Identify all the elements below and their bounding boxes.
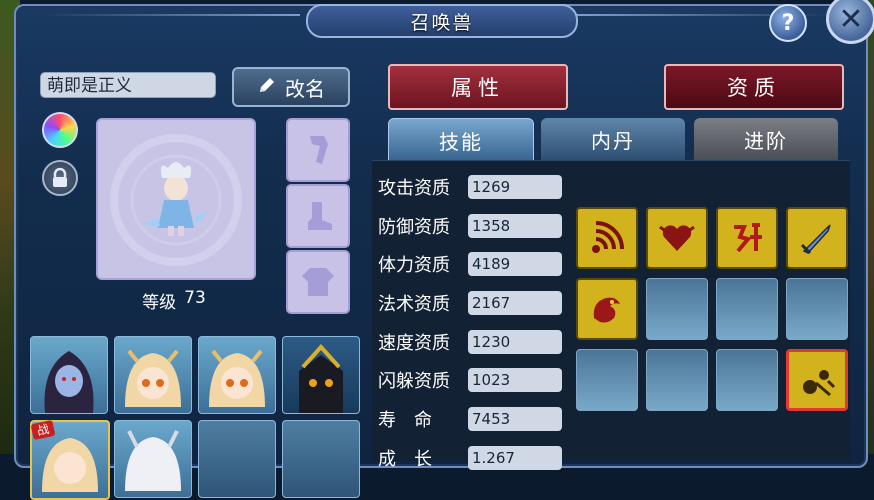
skill-slot-1[interactable] [576, 207, 638, 269]
blonde-pet-avatar [125, 349, 181, 407]
help-button[interactable]: ? [769, 4, 807, 42]
skill-slot-8[interactable] [786, 278, 848, 340]
pet-list-item-6[interactable] [114, 420, 192, 498]
pet-portrait [96, 118, 256, 280]
pet-name-field[interactable]: 萌即是正义 [40, 72, 216, 98]
skill-slot-12[interactable] [786, 349, 848, 411]
pet-list-item-empty-2[interactable] [282, 420, 360, 498]
skill-slot-5[interactable] [576, 278, 638, 340]
tab-advance[interactable]: 进阶 [694, 118, 838, 160]
tab-skills[interactable]: 技能 [388, 118, 534, 162]
window-title: 召唤兽 [306, 4, 578, 38]
stat-value: 4189 [468, 252, 562, 276]
heart-crest-icon [659, 225, 695, 251]
stat-label: 寿 命 [378, 410, 432, 431]
skill-slot-9[interactable] [576, 349, 638, 411]
pencil-icon [257, 75, 277, 100]
dragon-icon [593, 297, 620, 323]
pet-model-image [110, 134, 242, 266]
stat-row-magic: 法术资质 2167 [378, 291, 562, 315]
armored-pet-avatar [299, 344, 343, 413]
stat-value: 7453 [468, 407, 562, 431]
stat-value: 2167 [468, 291, 562, 315]
armor-silhouette-icon [302, 268, 334, 296]
dark-hair-pet-avatar [44, 351, 94, 413]
pet-list-item-4[interactable] [282, 336, 360, 414]
tab-inner-core[interactable]: 内丹 [541, 118, 685, 160]
pet-level: 等级 73 [96, 288, 252, 313]
equip-slot-armor[interactable] [286, 250, 350, 314]
rename-label: 改名 [285, 76, 325, 101]
stat-label: 法术资质 [378, 294, 450, 315]
skill-slot-4[interactable] [786, 207, 848, 269]
stat-value: 1269 [468, 175, 562, 199]
skill-slot-11[interactable] [716, 349, 778, 411]
equip-slot-boots[interactable] [286, 184, 350, 248]
stat-label: 体力资质 [378, 255, 450, 276]
stat-value: 1230 [468, 330, 562, 354]
tab-aptitude[interactable]: 资质 [664, 64, 844, 110]
rename-button[interactable]: 改名 [232, 67, 350, 107]
title-ornament-left [40, 14, 300, 16]
pet-list-item-2[interactable] [114, 336, 192, 414]
stat-label: 防御资质 [378, 217, 450, 238]
stat-row-growth: 成 长 1.267 [378, 446, 562, 470]
red-rune-icon [734, 223, 762, 253]
wave-arc-icon [592, 221, 624, 253]
lock-icon[interactable] [42, 160, 78, 196]
pet-list-item-1[interactable] [30, 336, 108, 414]
color-dye-icon[interactable] [42, 112, 78, 148]
skill-slot-6[interactable] [646, 278, 708, 340]
stat-label: 闪躲资质 [378, 371, 450, 392]
meteor-icon [803, 370, 836, 397]
close-button[interactable]: ✕ [826, 0, 874, 44]
equip-slot-accessory[interactable] [286, 118, 350, 182]
boot-silhouette-icon [308, 202, 332, 230]
skill-slot-10[interactable] [646, 349, 708, 411]
skill-slot-3[interactable] [716, 207, 778, 269]
level-label: 等级 [142, 293, 177, 313]
stat-row-stamina: 体力资质 4189 [378, 252, 562, 276]
level-value: 73 [184, 288, 206, 308]
blonde-pet-avatar [209, 349, 265, 407]
pet-list-item-3[interactable] [198, 336, 276, 414]
stat-value: 1358 [468, 214, 562, 238]
stat-row-lifespan: 寿 命 7453 [378, 407, 562, 431]
pet-list-item-empty-1[interactable] [198, 420, 276, 498]
stat-value: 1.267 [468, 446, 562, 470]
stat-row-speed: 速度资质 1230 [378, 330, 562, 354]
stat-label: 攻击资质 [378, 178, 450, 199]
stat-label: 速度资质 [378, 333, 450, 354]
stat-label: 成 长 [378, 449, 432, 470]
skill-slot-7[interactable] [716, 278, 778, 340]
stat-row-dodge: 闪躲资质 1023 [378, 368, 562, 392]
skill-slot-2[interactable] [646, 207, 708, 269]
accessory-silhouette-icon [310, 136, 328, 164]
stat-row-attack: 攻击资质 1269 [378, 175, 562, 199]
tab-attributes[interactable]: 属性 [388, 64, 568, 110]
white-hair-pet-avatar [125, 430, 181, 491]
stat-value: 1023 [468, 368, 562, 392]
stat-row-defense: 防御资质 1358 [378, 214, 562, 238]
sword-icon [800, 224, 831, 255]
